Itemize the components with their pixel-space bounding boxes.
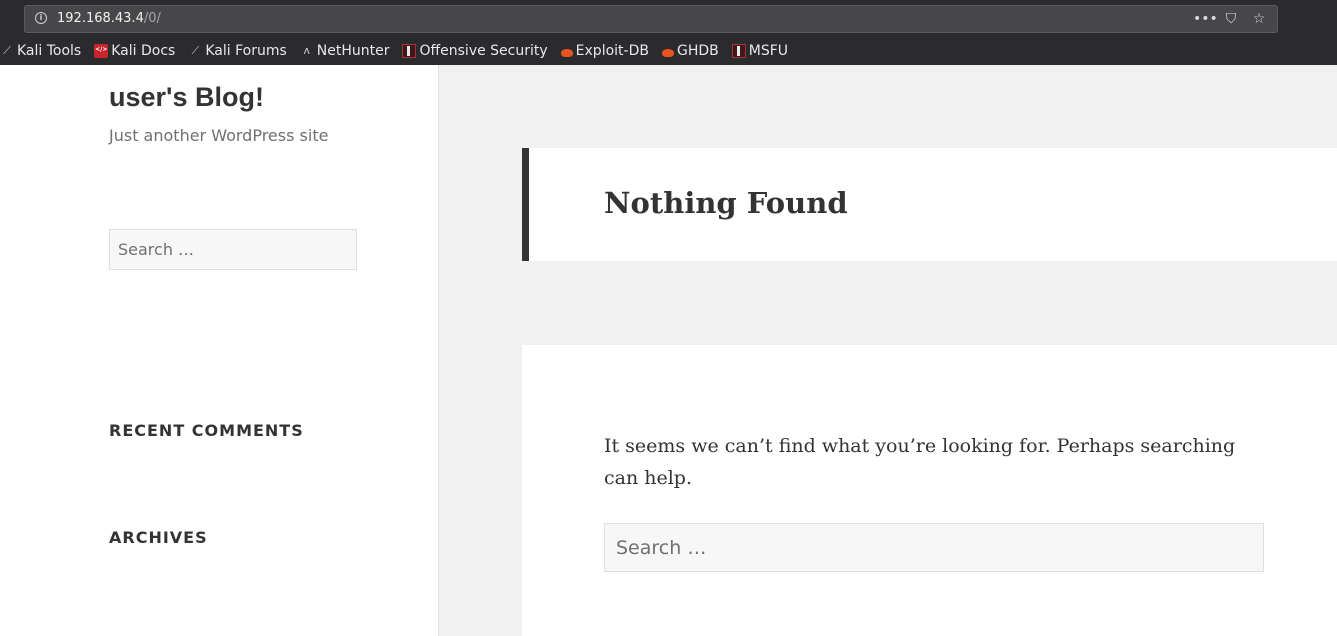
- kali-docs-icon: [94, 44, 109, 58]
- widget-title-archives: ARCHIVES: [109, 528, 208, 547]
- site-description: Just another WordPress site: [109, 126, 329, 145]
- address-bar-actions: ••• ⛉ ☆: [1193, 10, 1269, 28]
- bookmark-offensive-security[interactable]: Offensive Security: [402, 43, 548, 59]
- bookmark-label: Kali Docs: [111, 43, 176, 59]
- bookmark-ghdb[interactable]: GHDB: [661, 43, 719, 59]
- more-icon[interactable]: •••: [1193, 10, 1218, 28]
- page-title: Nothing Found: [604, 186, 848, 220]
- bookmarks-toolbar: ⟋ Kali Tools Kali Docs ⟋ Kali Forums ʌ N…: [0, 41, 801, 61]
- offsec-icon: [731, 44, 746, 58]
- exploit-db-icon: [661, 49, 674, 57]
- bookmark-label: GHDB: [676, 43, 719, 59]
- site-title[interactable]: user's Blog!: [109, 82, 264, 113]
- sidebar: [0, 65, 439, 636]
- address-bar[interactable]: i 192.168.43.4/0/ ••• ⛉ ☆: [24, 5, 1278, 33]
- url-path: /0/: [143, 11, 161, 26]
- bookmark-msfu[interactable]: MSFU: [731, 43, 788, 59]
- bookmark-label: MSFU: [748, 43, 788, 59]
- site-info-icon[interactable]: i: [35, 12, 47, 24]
- bookmark-exploit-db[interactable]: Exploit-DB: [560, 43, 649, 59]
- bookmark-label: Offensive Security: [419, 43, 548, 59]
- kali-dragon-icon: ⟋: [191, 44, 200, 57]
- pocket-icon[interactable]: ⛉: [1221, 10, 1241, 28]
- bookmark-label: Kali Tools: [17, 43, 82, 59]
- bookmark-nethunter[interactable]: ʌ NetHunter: [300, 43, 390, 59]
- offsec-icon: [402, 44, 417, 58]
- main-search-input[interactable]: Search …: [604, 523, 1264, 572]
- url-text[interactable]: 192.168.43.4/0/: [57, 11, 161, 26]
- kali-dragon-icon: ⟋: [3, 44, 11, 57]
- bookmark-kali-tools[interactable]: ⟋ Kali Tools: [0, 43, 81, 59]
- bookmark-label: NetHunter: [316, 43, 390, 59]
- sidebar-search-input[interactable]: Search …: [109, 229, 357, 270]
- url-host: 192.168.43.4: [57, 11, 144, 26]
- exploit-db-icon: [560, 49, 573, 57]
- bookmark-kali-docs[interactable]: Kali Docs: [94, 43, 175, 59]
- not-found-message: It seems we can’t find what you’re looki…: [604, 435, 1236, 489]
- browser-chrome: i 192.168.43.4/0/ ••• ⛉ ☆ ⟋ Kali Tools K…: [0, 0, 1337, 65]
- bookmark-label: Kali Forums: [205, 43, 287, 59]
- widget-title-recent-comments: RECENT COMMENTS: [109, 421, 304, 440]
- nethunter-icon: ʌ: [303, 44, 311, 57]
- star-icon[interactable]: ☆: [1249, 10, 1269, 28]
- bookmark-label: Exploit-DB: [575, 43, 649, 59]
- bookmark-kali-forums[interactable]: ⟋ Kali Forums: [188, 43, 286, 59]
